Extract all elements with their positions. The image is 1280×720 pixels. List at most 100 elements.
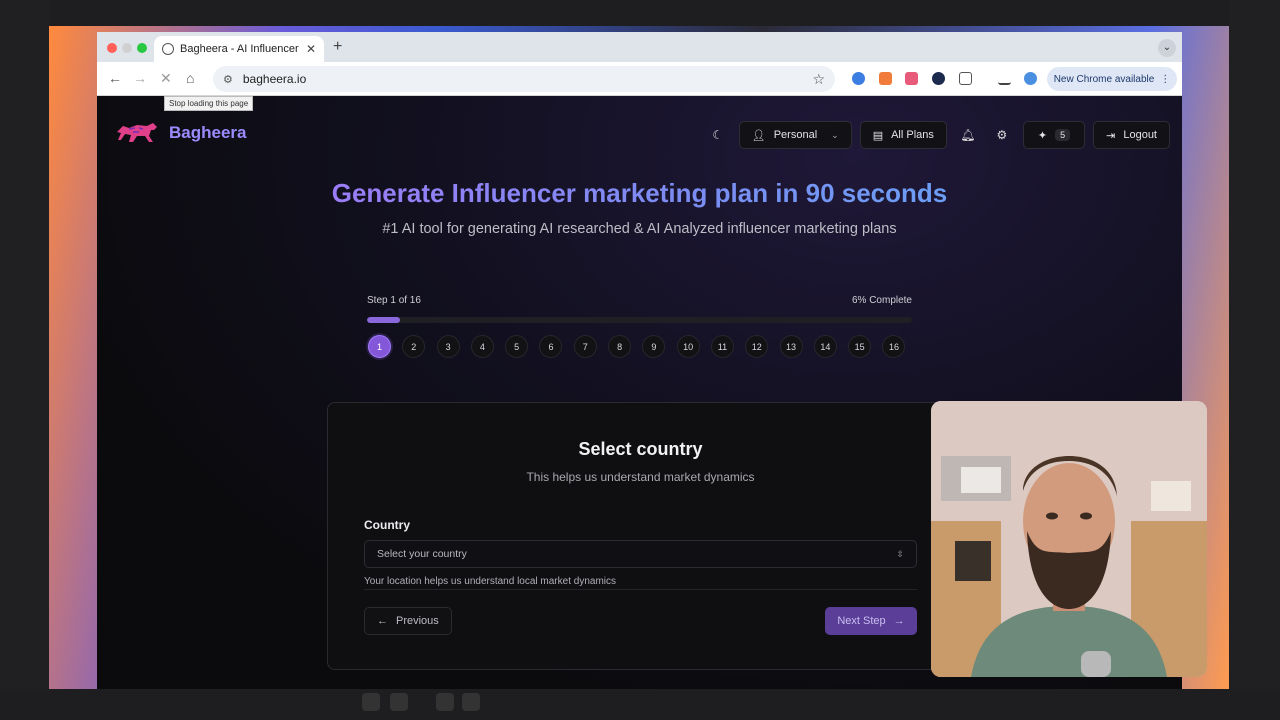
step-label: Step 1 of 16 <box>367 295 421 306</box>
panther-logo-icon <box>115 120 159 146</box>
credits-button[interactable]: ✦ 5 <box>1022 121 1086 149</box>
extension-color-icon[interactable] <box>852 72 865 85</box>
screen-top-edge <box>0 0 1280 26</box>
logout-label: Logout <box>1123 129 1157 141</box>
screen-bottom-edge <box>0 689 1280 720</box>
chrome-update-button[interactable]: New Chrome available ⋮ <box>1047 67 1177 91</box>
update-label: New Chrome available <box>1053 73 1155 85</box>
tab-strip: Bagheera - AI Influencer Mar ✕ + ⌄ <box>97 32 1182 62</box>
step-indicator[interactable]: 2 <box>402 335 426 358</box>
taskbar-icon <box>462 693 480 711</box>
all-plans-label: All Plans <box>891 129 934 141</box>
step-indicator[interactable]: 4 <box>470 335 494 358</box>
site-settings-icon[interactable]: ⚙ <box>223 73 233 86</box>
taskbar-icon <box>362 693 380 711</box>
divider <box>364 589 917 590</box>
step-indicator[interactable]: 11 <box>710 335 734 358</box>
previous-button[interactable]: ← Previous <box>364 607 452 635</box>
logout-icon: ⇥ <box>1106 129 1116 142</box>
progress-section: Step 1 of 16 6% Complete 1 2 3 4 5 6 7 8 9 10 11 12… <box>367 295 912 358</box>
screen-left-edge <box>0 0 49 720</box>
page-title: Generate Influencer marketing plan in 90… <box>97 178 1182 209</box>
country-select-placeholder: Select your country <box>377 548 467 560</box>
maximize-window-button[interactable] <box>137 43 147 53</box>
logout-button[interactable]: ⇥ Logout <box>1093 121 1170 149</box>
tab-search-icon[interactable]: ⌄ <box>1158 39 1176 57</box>
extension-arrow-icon[interactable] <box>879 72 892 85</box>
step-indicator[interactable]: 3 <box>436 335 460 358</box>
downloads-icon[interactable] <box>998 72 1011 85</box>
presenter-video <box>931 401 1207 677</box>
form-subtitle: This helps us understand market dynamics <box>526 470 755 484</box>
new-tab-icon[interactable]: + <box>333 38 342 56</box>
workspace-dropdown[interactable]: 👤︎ Personal ⌄ <box>738 121 852 149</box>
address-bar[interactable]: ⚙ bagheera.io ☆ <box>213 66 835 92</box>
country-help-text: Your location helps us understand local … <box>364 576 616 587</box>
step-indicators: 1 2 3 4 5 6 7 8 9 10 11 12 13 14 15 16 <box>367 335 912 358</box>
gear-icon[interactable]: ⚙ <box>989 121 1015 149</box>
step-indicator[interactable]: 12 <box>745 335 769 358</box>
logo[interactable]: Bagheera <box>115 120 246 146</box>
bell-icon[interactable]: 🔔︎ <box>955 121 981 149</box>
credits-count: 5 <box>1055 129 1071 141</box>
forward-icon[interactable]: → <box>133 70 147 86</box>
next-step-button[interactable]: Next Step → <box>825 607 917 635</box>
loading-icon <box>162 43 174 55</box>
home-icon[interactable]: ⌂ <box>186 70 194 86</box>
step-indicator[interactable]: 8 <box>608 335 632 358</box>
screen-right-edge <box>1229 0 1280 720</box>
extensions-puzzle-icon[interactable] <box>959 72 972 85</box>
step-indicator[interactable]: 15 <box>848 335 872 358</box>
more-menu-icon[interactable]: ⋮ <box>1160 74 1170 85</box>
url-text: bagheera.io <box>242 72 307 86</box>
stop-loading-icon[interactable]: ✕ <box>160 70 172 87</box>
form-title: Select country <box>578 439 703 459</box>
sparkle-icon: ✦ <box>1037 129 1048 142</box>
extension-camera-icon[interactable] <box>905 72 918 85</box>
country-label: Country <box>364 518 410 532</box>
step-indicator[interactable]: 7 <box>573 335 597 358</box>
step-indicator[interactable]: 1 <box>368 335 391 358</box>
step-indicator[interactable]: 14 <box>813 335 837 358</box>
step-indicator[interactable]: 6 <box>539 335 563 358</box>
next-step-label: Next Step <box>837 615 886 627</box>
progress-fill <box>367 317 400 323</box>
user-icon: 👤︎ <box>751 129 766 142</box>
minimize-window-button[interactable] <box>122 43 132 53</box>
step-indicator[interactable]: 13 <box>779 335 803 358</box>
chevron-updown-icon: ⇳ <box>896 548 904 559</box>
workspace-label: Personal <box>773 129 818 141</box>
country-select[interactable]: Select your country ⇳ <box>364 540 917 568</box>
close-window-button[interactable] <box>107 43 117 53</box>
arrow-right-icon: → <box>893 615 905 627</box>
taskbar-icon <box>390 693 408 711</box>
brand-name: Bagheera <box>169 123 247 142</box>
step-indicator[interactable]: 10 <box>676 335 700 358</box>
step-indicator[interactable]: 5 <box>505 335 529 358</box>
percent-label: 6% Complete <box>851 295 912 306</box>
tooltip: Stop loading this page <box>164 96 254 111</box>
chevron-down-icon: ⌄ <box>831 129 839 140</box>
webcam-overlay <box>931 401 1207 677</box>
progress-bar <box>367 317 912 323</box>
form-card: Select country This helps us understand … <box>327 402 947 670</box>
taskbar-icon <box>436 693 454 711</box>
step-indicator[interactable]: 16 <box>882 335 906 358</box>
bookmark-star-icon[interactable]: ☆ <box>812 71 825 88</box>
previous-label: Previous <box>396 615 439 627</box>
browser-tab[interactable]: Bagheera - AI Influencer Mar ✕ <box>154 36 324 62</box>
arrow-left-icon: ← <box>377 615 388 627</box>
all-plans-button[interactable]: ▤ All Plans <box>859 121 947 149</box>
tab-title: Bagheera - AI Influencer Mar <box>180 43 300 55</box>
close-tab-icon[interactable]: ✕ <box>306 42 316 56</box>
header-actions: ☾ 👤︎ Personal ⌄ ▤ All Plans 🔔︎ ⚙ ✦ 5 ⇥ L… <box>705 121 1170 149</box>
browser-toolbar: ← → ✕ ⌂ ⚙ bagheera.io ☆ New Chrome avail… <box>97 62 1182 96</box>
page-title-text: Generate Influencer marketing plan in 90… <box>331 178 948 208</box>
page-subtitle: #1 AI tool for generating AI researched … <box>382 221 897 237</box>
theme-toggle-icon[interactable]: ☾ <box>705 121 731 149</box>
extension-spark-icon[interactable] <box>932 72 945 85</box>
back-icon[interactable]: ← <box>108 70 122 86</box>
document-icon: ▤ <box>872 129 884 142</box>
step-indicator[interactable]: 9 <box>642 335 666 358</box>
extension-bird-icon[interactable] <box>1024 72 1037 85</box>
